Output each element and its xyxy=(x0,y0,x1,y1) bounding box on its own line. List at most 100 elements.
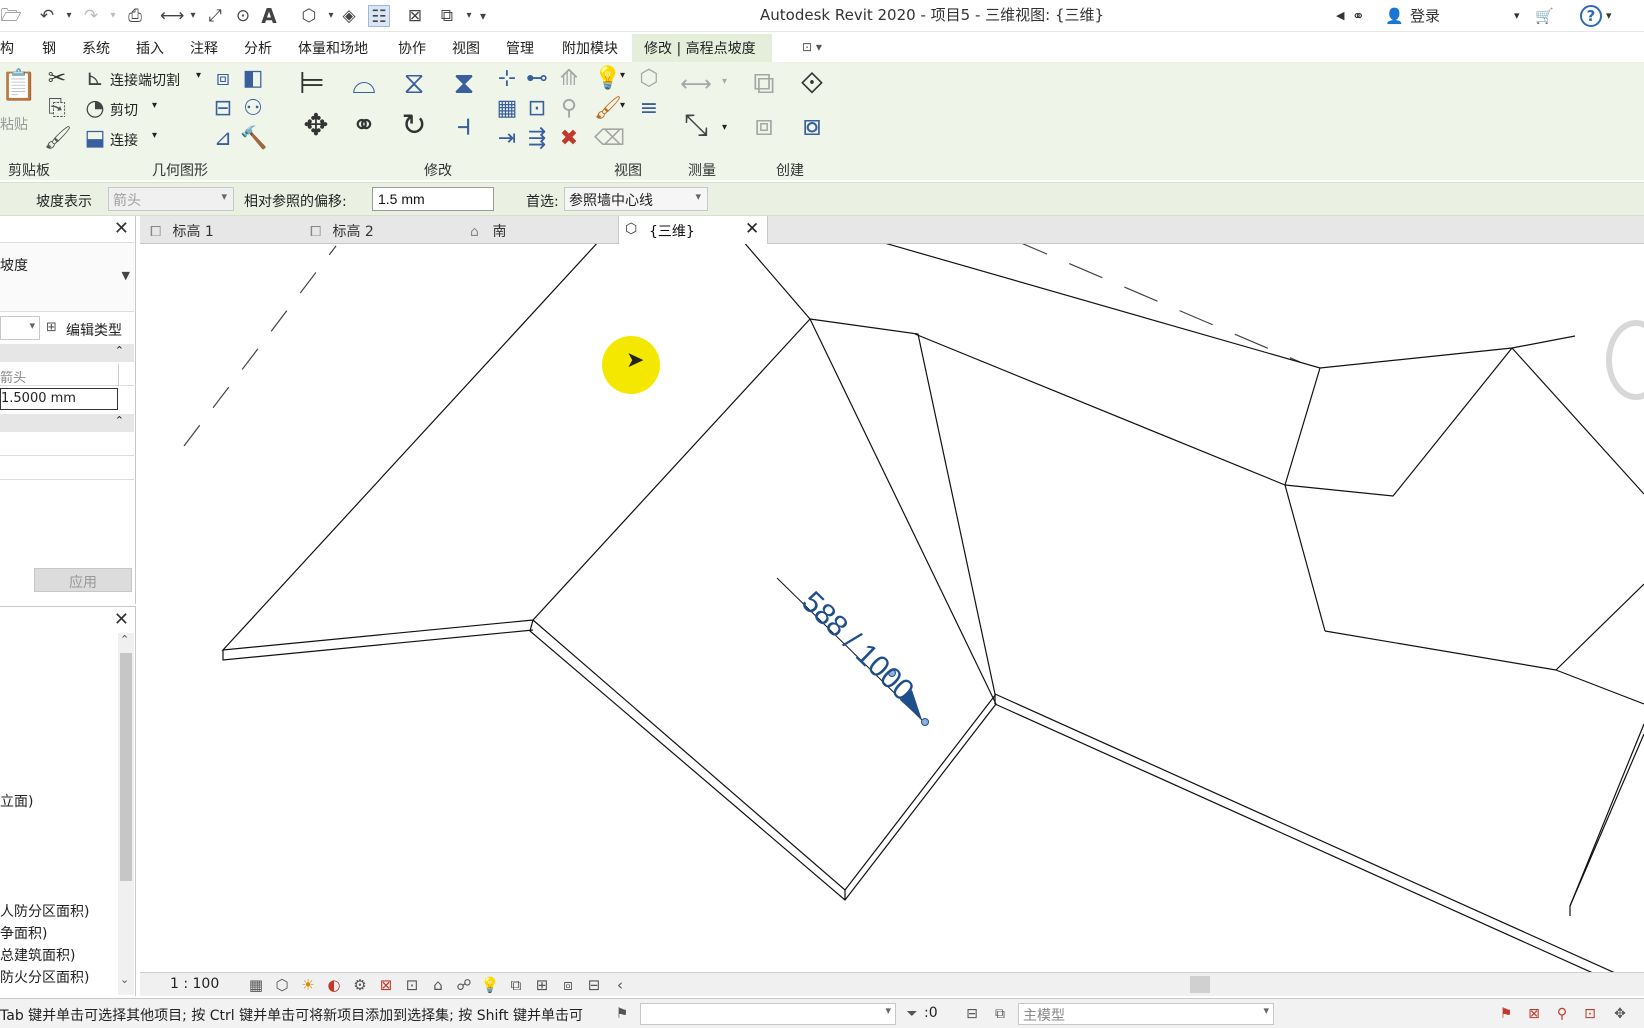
close-icon[interactable]: ✕ xyxy=(745,216,759,244)
reveal-constraints-icon[interactable]: ⊟ xyxy=(584,975,604,995)
join-icon[interactable]: ⬓ xyxy=(82,126,108,152)
show-crop-icon[interactable]: ⊡ xyxy=(402,975,422,995)
paste-icon[interactable]: 📋 xyxy=(0,68,37,104)
select-pinned-icon[interactable]: ⚲ xyxy=(1552,1004,1572,1024)
create-parts-icon[interactable]: ⟐ xyxy=(794,66,830,102)
linework-override-icon[interactable]: ≡ xyxy=(636,96,662,122)
tab-insert[interactable]: 插入 xyxy=(136,38,164,58)
cut-icon[interactable]: ✂ xyxy=(44,66,70,92)
drag-elements-icon[interactable]: ✥ xyxy=(1610,1004,1630,1024)
cope-icon[interactable]: ⊾ xyxy=(82,66,108,92)
cut-dropdown-icon[interactable]: ▾ xyxy=(152,100,157,111)
list-item[interactable]: 争面积) xyxy=(0,923,47,943)
scroll-up-icon[interactable]: ⌃ xyxy=(120,633,129,646)
open-icon[interactable]: 🗁 xyxy=(0,5,22,27)
list-item[interactable]: 立面) xyxy=(0,791,33,811)
crop-view-icon[interactable]: ⊠ xyxy=(376,975,396,995)
mirror-axis-icon[interactable]: ⧖ xyxy=(396,66,432,102)
delete-icon[interactable]: ✖ xyxy=(556,126,582,152)
cut-geometry-icon[interactable]: ◔ xyxy=(82,96,108,122)
mirror-draw-icon[interactable]: ⧗ xyxy=(446,66,482,102)
dimension-dropdown-icon[interactable]: ▾ xyxy=(722,122,727,133)
measure-dropdown-icon[interactable]: ▾ xyxy=(182,5,204,27)
undo-icon[interactable]: ↶ xyxy=(36,5,58,27)
paint-icon[interactable]: ◧ xyxy=(240,66,266,92)
cope-button[interactable]: 连接端切割 xyxy=(110,70,180,90)
worksets-icon[interactable]: ⚑ xyxy=(612,1004,632,1024)
create-assembly-icon[interactable]: ⧉ xyxy=(746,66,782,102)
slope-annotation[interactable]: 588 / 1000 xyxy=(140,244,1644,972)
help-icon[interactable]: ? xyxy=(1580,5,1602,27)
tag-icon[interactable]: ⊙ xyxy=(232,5,254,27)
apply-button[interactable]: 应用 xyxy=(34,568,132,592)
override-graphics-icon[interactable]: ⬡ xyxy=(636,66,662,92)
tab-level-2[interactable]: ⧠ 标高 2 xyxy=(304,216,454,244)
trim-multiple-icon[interactable]: ⇶ xyxy=(524,126,550,152)
slope-representation-select[interactable]: 箭头 ▾ xyxy=(108,187,234,211)
prefer-select[interactable]: 参照墙中心线 ▾ xyxy=(564,187,708,211)
login-dropdown-icon[interactable]: ▾ xyxy=(1514,5,1520,27)
hide-dropdown-icon[interactable]: ▾ xyxy=(620,70,625,81)
default-3d-view-icon[interactable]: ⬡ xyxy=(298,5,320,27)
unpin-icon[interactable]: ⟰ xyxy=(556,66,582,92)
render-icon[interactable]: ⚙ xyxy=(350,975,370,995)
property-row[interactable] xyxy=(0,434,134,456)
cut-geometry-button[interactable]: 剪切 xyxy=(110,100,138,120)
aligned-dimension-icon[interactable]: ⤢ xyxy=(204,5,226,27)
scale-icon[interactable]: ⊡ xyxy=(524,96,550,122)
beam-join-icon[interactable]: ⊿ xyxy=(210,126,236,152)
line-work-dropdown-icon[interactable]: ▾ xyxy=(620,100,625,111)
detail-level-icon[interactable]: ▦ xyxy=(246,975,266,995)
temporary-hide-icon[interactable]: ☍ xyxy=(454,975,474,995)
reveal-hidden-icon[interactable]: 💡 xyxy=(480,975,500,995)
split-gap-icon[interactable]: ⊷ xyxy=(524,66,550,92)
list-item[interactable]: 人防分区面积) xyxy=(0,901,89,921)
scrollbar[interactable]: ⌃ ⌄ xyxy=(118,633,134,995)
text-icon[interactable]: A xyxy=(258,5,280,27)
3d-view-canvas[interactable]: 588 / 1000 ➤ xyxy=(140,244,1644,972)
copy-icon[interactable]: ⎘ xyxy=(44,96,70,122)
property-row[interactable]: 箭头 xyxy=(0,364,134,386)
split-icon[interactable]: ⊹ xyxy=(494,66,520,92)
design-options-icon[interactable]: ⧉ xyxy=(990,1004,1010,1024)
view-scale[interactable]: 1 : 100 xyxy=(170,976,219,992)
list-item[interactable]: 总建筑面积) xyxy=(0,945,75,965)
tab-massing-site[interactable]: 体量和场地 xyxy=(298,38,368,58)
type-selector[interactable]: 坡度 ▼ xyxy=(0,242,134,312)
offset-input[interactable] xyxy=(372,187,494,211)
scroll-left-icon[interactable]: ◀ xyxy=(1336,5,1344,27)
scroll-down-icon[interactable]: ⌄ xyxy=(120,973,129,986)
filter-icon[interactable]: ⏷ xyxy=(902,1004,922,1024)
array-icon[interactable]: ▦ xyxy=(494,96,520,122)
collapse-icon[interactable]: ⌃ xyxy=(115,344,124,357)
design-option-select[interactable]: 主模型 ▾ xyxy=(1018,1003,1274,1025)
tab-steel[interactable]: 钢 xyxy=(42,38,56,58)
worksharing-icon[interactable]: ⊞ xyxy=(532,975,552,995)
select-by-face-icon[interactable]: ⊡ xyxy=(1580,1004,1600,1024)
cope-dropdown-icon[interactable]: ▾ xyxy=(196,70,201,81)
copy-element-icon[interactable]: ⚭ xyxy=(346,108,382,144)
section-icon[interactable]: ◈ xyxy=(338,5,360,27)
close-icon[interactable]: ✕ xyxy=(114,609,129,630)
sun-path-icon[interactable]: ☀ xyxy=(298,975,318,995)
rotate-icon[interactable]: ↻ xyxy=(396,108,432,144)
scrollbar-thumb[interactable] xyxy=(120,653,132,881)
create-group-icon[interactable]: ⧈ xyxy=(746,108,782,144)
join-dropdown-icon[interactable]: ▾ xyxy=(152,130,157,141)
pin-icon[interactable]: ⚲ xyxy=(556,96,582,122)
match-type-icon[interactable]: 🖌 xyxy=(44,126,72,152)
print-icon[interactable]: ⎙ xyxy=(124,5,146,27)
login-link[interactable]: 登录 xyxy=(1410,5,1440,27)
section-header[interactable]: ⌃ xyxy=(0,344,134,362)
visual-style-icon[interactable]: ⬡ xyxy=(272,975,292,995)
line-work-icon[interactable]: 🖌 xyxy=(594,96,622,122)
measure-icon[interactable]: ⟷ xyxy=(160,5,184,27)
close-icon[interactable]: ✕ xyxy=(114,218,129,239)
close-hidden-windows-icon[interactable]: ⊠ xyxy=(404,5,426,27)
measure-dropdown-icon[interactable]: ▾ xyxy=(722,76,727,87)
split-face-icon[interactable]: ⊟ xyxy=(210,96,236,122)
select-underlay-icon[interactable]: ⊠ xyxy=(1524,1004,1544,1024)
redo-dropdown-icon[interactable]: ▾ xyxy=(102,5,124,27)
create-similar-icon[interactable]: ⧇ xyxy=(794,108,830,144)
property-row[interactable] xyxy=(0,458,134,480)
